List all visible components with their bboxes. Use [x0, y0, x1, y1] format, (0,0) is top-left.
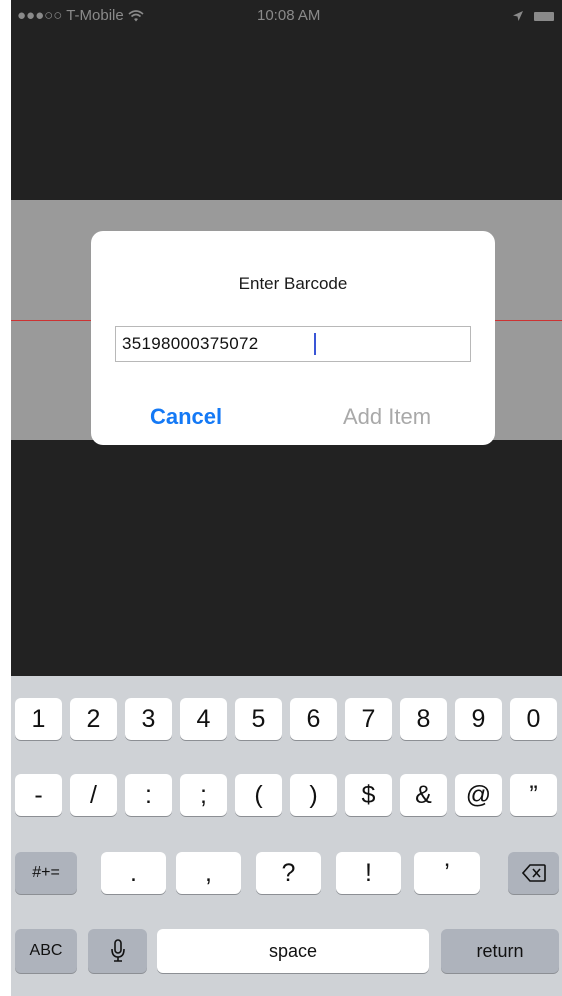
text-caret	[314, 333, 316, 355]
barcode-input-field[interactable]	[115, 326, 471, 362]
key-ampersand[interactable]: &	[400, 774, 447, 816]
backspace-icon	[521, 852, 546, 894]
key-colon[interactable]: :	[125, 774, 172, 816]
app-screen: ●●●○○ T-Mobile 10:08 AM Enter Barcode 35…	[0, 0, 562, 996]
add-item-button[interactable]: Add Item	[343, 404, 431, 430]
space-key[interactable]: space	[157, 929, 429, 973]
key-2[interactable]: 2	[70, 698, 117, 740]
key-dollar[interactable]: $	[345, 774, 392, 816]
key-apostrophe[interactable]: ’	[414, 852, 480, 894]
key-3[interactable]: 3	[125, 698, 172, 740]
key-at[interactable]: @	[455, 774, 502, 816]
battery-icon	[534, 11, 554, 21]
return-key[interactable]: return	[441, 929, 559, 973]
status-bar: ●●●○○ T-Mobile 10:08 AM	[11, 0, 562, 34]
key-exclamation[interactable]: !	[336, 852, 401, 894]
key-close-paren[interactable]: )	[290, 774, 337, 816]
key-comma[interactable]: ,	[176, 852, 241, 894]
key-hyphen[interactable]: -	[15, 774, 62, 816]
cancel-button[interactable]: Cancel	[150, 404, 222, 430]
key-1[interactable]: 1	[15, 698, 62, 740]
key-0[interactable]: 0	[510, 698, 557, 740]
barcode-input[interactable]	[122, 327, 452, 361]
microphone-icon	[110, 929, 125, 973]
key-7[interactable]: 7	[345, 698, 392, 740]
key-slash[interactable]: /	[70, 774, 117, 816]
key-8[interactable]: 8	[400, 698, 447, 740]
dialog-title: Enter Barcode	[238, 274, 348, 293]
symbols-toggle-key[interactable]: #+=	[15, 852, 77, 894]
key-5[interactable]: 5	[235, 698, 282, 740]
key-period[interactable]: .	[101, 852, 166, 894]
key-question[interactable]: ?	[256, 852, 321, 894]
carrier-label: ●●●○○ T-Mobile	[17, 7, 124, 24]
keyboard: 1 2 3 4 5 6 7 8 9 0 - / : ; ( ) $ & @ ” …	[11, 676, 562, 996]
key-open-paren[interactable]: (	[235, 774, 282, 816]
clock-time: 10:08 AM	[257, 7, 321, 24]
key-quote[interactable]: ”	[510, 774, 557, 816]
dictation-key[interactable]	[88, 929, 147, 973]
backspace-key[interactable]	[508, 852, 559, 894]
abc-key[interactable]: ABC	[15, 929, 77, 973]
key-9[interactable]: 9	[455, 698, 502, 740]
screenshot-border	[0, 0, 11, 996]
key-semicolon[interactable]: ;	[180, 774, 227, 816]
key-4[interactable]: 4	[180, 698, 227, 740]
key-6[interactable]: 6	[290, 698, 337, 740]
location-arrow-icon	[512, 7, 528, 24]
wifi-icon	[128, 7, 144, 24]
